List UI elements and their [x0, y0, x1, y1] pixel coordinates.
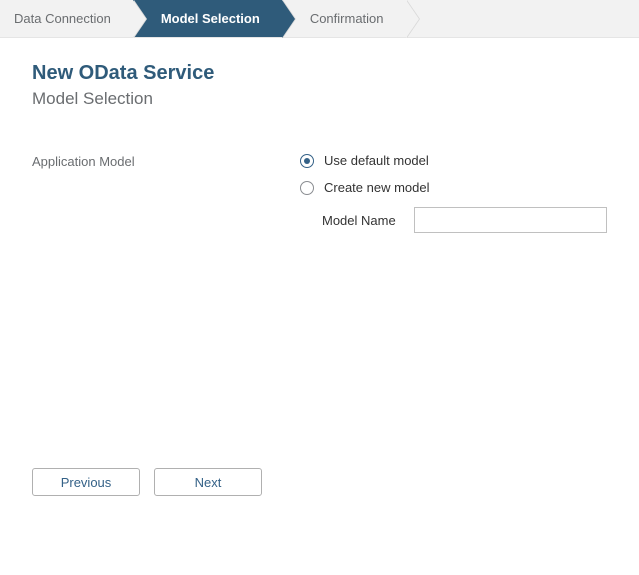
- radio-label: Create new model: [324, 180, 430, 195]
- wizard-step-label: Model Selection: [161, 11, 260, 26]
- wizard-steps: Data Connection Model Selection Confirma…: [0, 0, 639, 38]
- wizard-step-confirmation[interactable]: Confirmation: [282, 0, 406, 37]
- model-name-label: Model Name: [322, 213, 396, 228]
- form-row-application-model: Application Model Use default model Crea…: [32, 153, 607, 233]
- previous-button[interactable]: Previous: [32, 468, 140, 496]
- application-model-controls: Use default model Create new model Model…: [300, 153, 607, 233]
- model-name-row: Model Name: [300, 207, 607, 233]
- radio-icon: [300, 154, 314, 168]
- radio-create-new-model[interactable]: Create new model: [300, 180, 607, 195]
- application-model-label: Application Model: [32, 153, 300, 169]
- wizard-content: New OData Service Model Selection Applic…: [0, 38, 639, 508]
- wizard-step-data-connection[interactable]: Data Connection: [0, 0, 133, 37]
- radio-use-default-model[interactable]: Use default model: [300, 153, 607, 168]
- wizard-step-model-selection[interactable]: Model Selection: [133, 0, 282, 37]
- wizard-step-label: Confirmation: [310, 11, 384, 26]
- radio-icon: [300, 181, 314, 195]
- page-subtitle: Model Selection: [32, 89, 607, 109]
- next-button[interactable]: Next: [154, 468, 262, 496]
- wizard-footer: Previous Next: [0, 468, 639, 496]
- wizard-step-label: Data Connection: [14, 11, 111, 26]
- page-title: New OData Service: [32, 62, 607, 85]
- model-name-input[interactable]: [414, 207, 607, 233]
- radio-label: Use default model: [324, 153, 429, 168]
